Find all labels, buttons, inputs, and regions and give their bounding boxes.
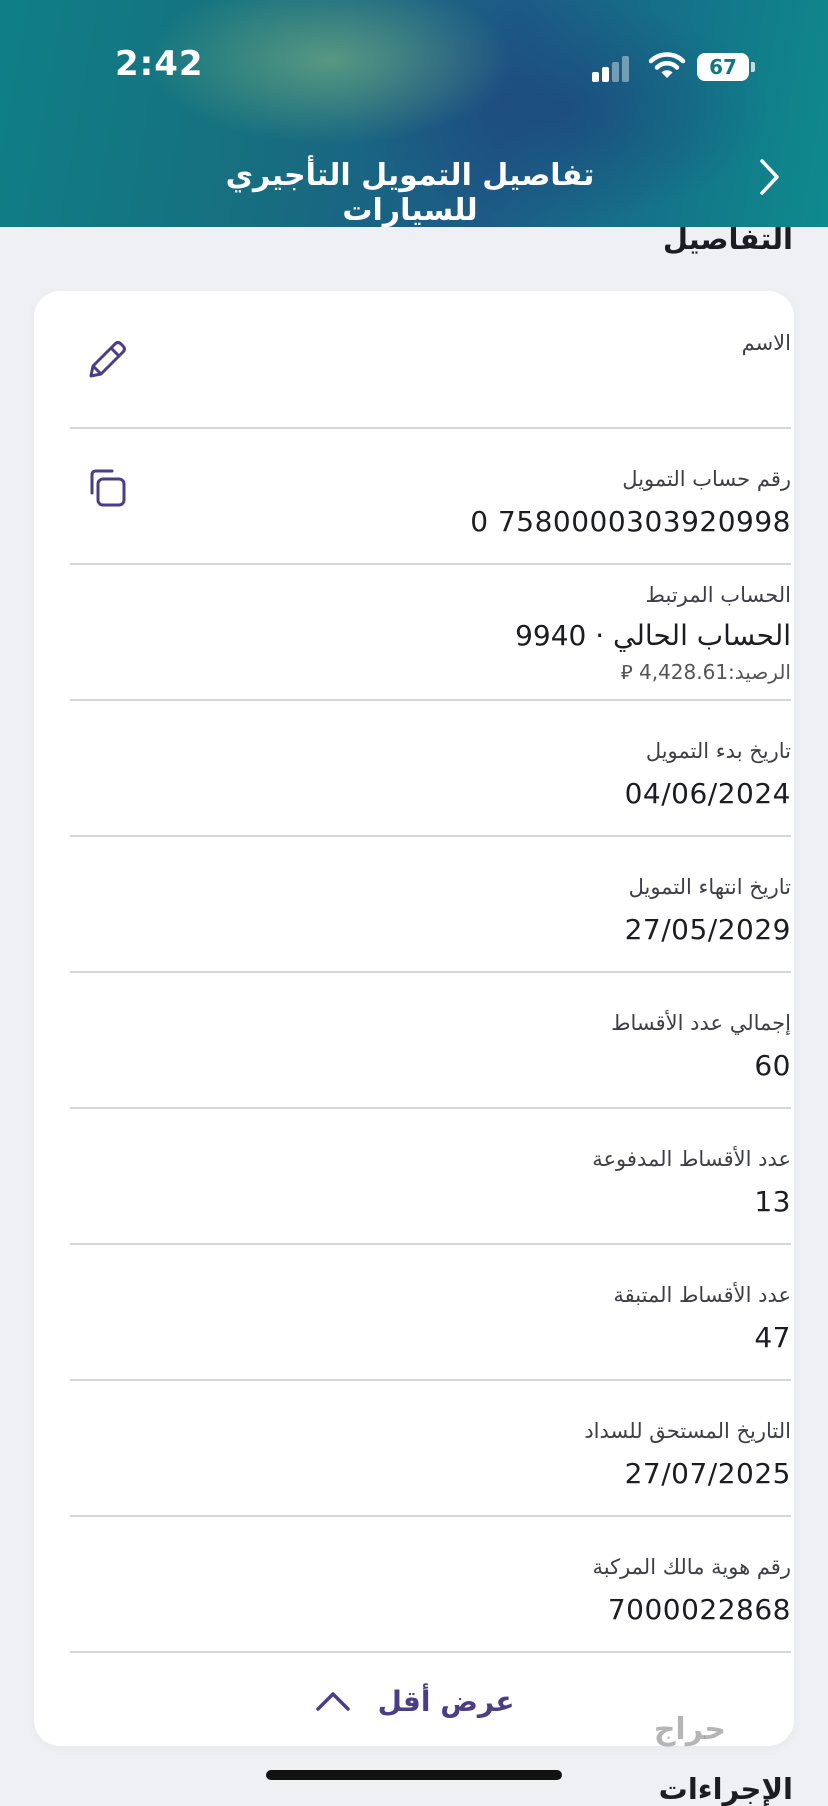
detail-label: الاسم	[741, 331, 791, 355]
section-title-details: التفاصيل	[662, 222, 793, 256]
detail-value: 7580000303920998 0	[470, 505, 791, 538]
detail-label: رقم هوية مالك المركبة	[592, 1555, 791, 1579]
detail-label: إجمالي عدد الأقساط	[611, 1011, 791, 1035]
haraj-watermark-logo: حراج	[653, 1712, 726, 1747]
detail-row-end-date: تاريخ انتهاء التمويل 27/05/2029	[70, 835, 791, 973]
detail-row-name: الاسم	[70, 291, 791, 429]
detail-row-paid-installments: عدد الأقساط المدفوعة 13	[70, 1107, 791, 1245]
detail-row-linked-account: الحساب المرتبط الحساب الحالي · 9940 الرص…	[70, 563, 791, 701]
page-title: تفاصيل التمويل التأجيري للسيارات	[225, 158, 595, 228]
detail-row-start-date: تاريخ بدء التمويل 04/06/2024	[70, 699, 791, 837]
detail-value: الحساب الحالي · 9940	[515, 619, 791, 652]
section-title-actions: الإجراءات	[658, 1772, 793, 1806]
detail-value: 27/07/2025	[624, 1457, 791, 1490]
detail-value: 47	[754, 1321, 791, 1354]
detail-value: 04/06/2024	[624, 777, 791, 810]
detail-label: التاريخ المستحق للسداد	[584, 1419, 791, 1443]
cellular-signal-icon	[592, 56, 634, 82]
detail-label: عدد الأقساط المتبقة	[613, 1283, 791, 1307]
detail-label: رقم حساب التمويل	[622, 467, 791, 491]
detail-row-remaining-installments: عدد الأقساط المتبقة 47	[70, 1243, 791, 1381]
detail-label: تاريخ انتهاء التمويل	[628, 875, 791, 899]
detail-label: الحساب المرتبط	[645, 583, 791, 607]
home-indicator[interactable]	[266, 1770, 562, 1780]
show-less-label: عرض أقل	[377, 1684, 515, 1718]
wifi-icon	[648, 52, 686, 78]
app-header: 2:42 67 تفاصيل التمويل التأجيري للسيارات	[0, 0, 828, 228]
detail-value: 27/05/2029	[624, 913, 791, 946]
detail-row-due-date: التاريخ المستحق للسداد 27/07/2025	[70, 1379, 791, 1517]
detail-value: 13	[754, 1185, 791, 1218]
chevron-right-icon[interactable]	[754, 156, 784, 198]
detail-label: عدد الأقساط المدفوعة	[592, 1147, 791, 1171]
detail-row-financing-account: رقم حساب التمويل 7580000303920998 0	[70, 427, 791, 565]
balance-text: الرصيد:4,428.61 ⃁	[620, 660, 791, 684]
battery-icon: 67	[697, 53, 749, 81]
copy-icon[interactable]	[82, 463, 132, 513]
detail-value: 60	[754, 1049, 791, 1082]
chevron-up-icon	[315, 1692, 350, 1711]
details-card: الاسم رقم حساب التمويل 7580000303920998 …	[34, 291, 794, 1746]
detail-row-total-installments: إجمالي عدد الأقساط 60	[70, 971, 791, 1109]
detail-value: 7000022868	[607, 1593, 791, 1626]
battery-nub	[751, 62, 755, 72]
detail-label: تاريخ بدء التمويل	[645, 739, 791, 763]
edit-pencil-icon[interactable]	[82, 335, 132, 385]
detail-row-vehicle-owner-id: رقم هوية مالك المركبة 7000022868	[70, 1515, 791, 1653]
status-time: 2:42	[115, 44, 204, 84]
